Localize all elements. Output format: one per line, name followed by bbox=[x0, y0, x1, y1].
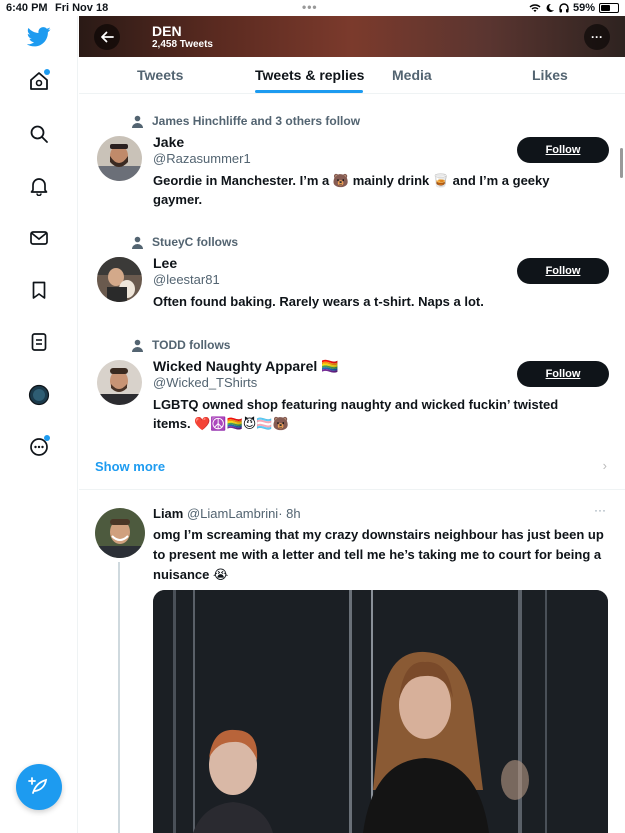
status-bar: 6:40 PM Fri Nov 18 ••• 59% bbox=[0, 0, 625, 16]
person-icon bbox=[132, 339, 143, 352]
active-tab-indicator bbox=[255, 90, 363, 93]
user-handle: @leestar81 bbox=[153, 272, 220, 287]
scrollbar[interactable] bbox=[620, 148, 623, 178]
multitasking-dots-icon[interactable]: ••• bbox=[302, 0, 318, 14]
social-context: TODD follows bbox=[131, 338, 230, 352]
social-context-text: TODD follows bbox=[152, 338, 231, 352]
person-icon bbox=[132, 236, 143, 249]
avatar[interactable] bbox=[97, 136, 142, 181]
tab-media[interactable]: Media bbox=[392, 67, 432, 83]
search-icon[interactable] bbox=[26, 121, 52, 147]
user-name[interactable]: Wicked Naughty Apparel 🏳️‍🌈 bbox=[153, 358, 339, 375]
back-button[interactable] bbox=[94, 24, 120, 50]
profile-name: DEN bbox=[152, 23, 182, 39]
suggestion-card[interactable]: TODD follows Wicked Naughty Apparel 🏳️‍🌈… bbox=[79, 328, 625, 443]
user-bio: Often found baking. Rarely wears a t-shi… bbox=[153, 294, 484, 309]
bookmark-icon[interactable] bbox=[26, 277, 52, 303]
lists-icon[interactable] bbox=[26, 329, 52, 355]
battery-icon bbox=[599, 3, 619, 13]
follow-button[interactable]: Follow bbox=[517, 361, 609, 387]
chevron-right-icon: › bbox=[602, 458, 607, 473]
person-icon bbox=[132, 115, 143, 128]
status-time: 6:40 PM bbox=[6, 2, 48, 14]
mail-icon[interactable] bbox=[26, 225, 52, 251]
suggestion-card[interactable]: StueyC follows Lee @leestar81 Often foun… bbox=[79, 225, 625, 320]
tab-tweets[interactable]: Tweets bbox=[137, 67, 183, 83]
profile-tabs: Tweets Tweets & replies Media Likes bbox=[79, 57, 625, 94]
profile-header: DEN 2,458 Tweets ··· bbox=[79, 16, 625, 57]
user-handle: @Razasummer1 bbox=[153, 151, 251, 166]
user-bio: Geordie in Manchester. I’m a 🐻 mainly dr… bbox=[153, 173, 550, 207]
tweet-time[interactable]: · 8h bbox=[278, 506, 300, 521]
back-arrow-icon bbox=[101, 31, 114, 43]
status-indicators: 59% bbox=[529, 2, 619, 14]
follow-button[interactable]: Follow bbox=[517, 137, 609, 163]
user-name[interactable]: Lee bbox=[153, 255, 177, 271]
wifi-icon bbox=[529, 4, 541, 12]
headphones-icon bbox=[559, 3, 569, 13]
more-notification-dot bbox=[44, 435, 50, 441]
tweet-media-image[interactable] bbox=[153, 590, 608, 833]
battery-fill bbox=[601, 5, 611, 11]
ellipsis-icon: ··· bbox=[591, 30, 603, 44]
tweet-header: Liam @LiamLambrini· 8h bbox=[153, 506, 301, 521]
left-nav bbox=[0, 16, 78, 833]
social-context: StueyC follows bbox=[131, 235, 238, 249]
user-bio: LGBTQ owned shop featuring naughty and w… bbox=[153, 397, 559, 431]
tweet-count: 2,458 Tweets bbox=[152, 39, 213, 50]
home-icon[interactable] bbox=[26, 68, 52, 94]
header-more-button[interactable]: ··· bbox=[584, 24, 610, 50]
follow-button[interactable]: Follow bbox=[517, 258, 609, 284]
home-notification-dot bbox=[44, 69, 50, 75]
show-more-link[interactable]: Show more bbox=[95, 459, 165, 474]
tweet-text: omg I’m screaming that my crazy downstai… bbox=[153, 527, 604, 582]
show-more-row[interactable]: Show more › bbox=[79, 450, 625, 490]
suggestion-card[interactable]: James Hinchliffe and 3 others follow Jak… bbox=[79, 104, 625, 214]
battery-percent: 59% bbox=[572, 2, 595, 14]
social-context-text: James Hinchliffe and 3 others follow bbox=[152, 114, 361, 128]
compose-tweet-icon bbox=[28, 777, 48, 794]
compose-tweet-button[interactable] bbox=[16, 764, 62, 810]
tweet-author-handle[interactable]: @LiamLambrini bbox=[187, 506, 278, 521]
tweet-avatar[interactable] bbox=[95, 508, 145, 558]
tweet-more-icon[interactable]: ··· bbox=[594, 503, 606, 517]
avatar[interactable] bbox=[97, 257, 142, 302]
user-name[interactable]: Jake bbox=[153, 134, 184, 150]
tweet-author-name[interactable]: Liam bbox=[153, 506, 183, 521]
bell-icon[interactable] bbox=[26, 173, 52, 199]
user-handle: @Wicked_TShirts bbox=[153, 375, 258, 390]
tab-likes[interactable]: Likes bbox=[532, 67, 568, 83]
status-date: Fri Nov 18 bbox=[55, 2, 109, 14]
twitter-logo-icon[interactable] bbox=[26, 24, 52, 50]
social-context: James Hinchliffe and 3 others follow bbox=[131, 114, 360, 128]
profile-icon[interactable] bbox=[26, 382, 52, 408]
tab-tweets-and-replies[interactable]: Tweets & replies bbox=[255, 67, 364, 83]
social-context-text: StueyC follows bbox=[152, 235, 239, 249]
moon-icon bbox=[546, 3, 554, 12]
thread-line bbox=[118, 562, 120, 833]
more-icon[interactable] bbox=[26, 434, 52, 460]
avatar[interactable] bbox=[97, 360, 142, 405]
